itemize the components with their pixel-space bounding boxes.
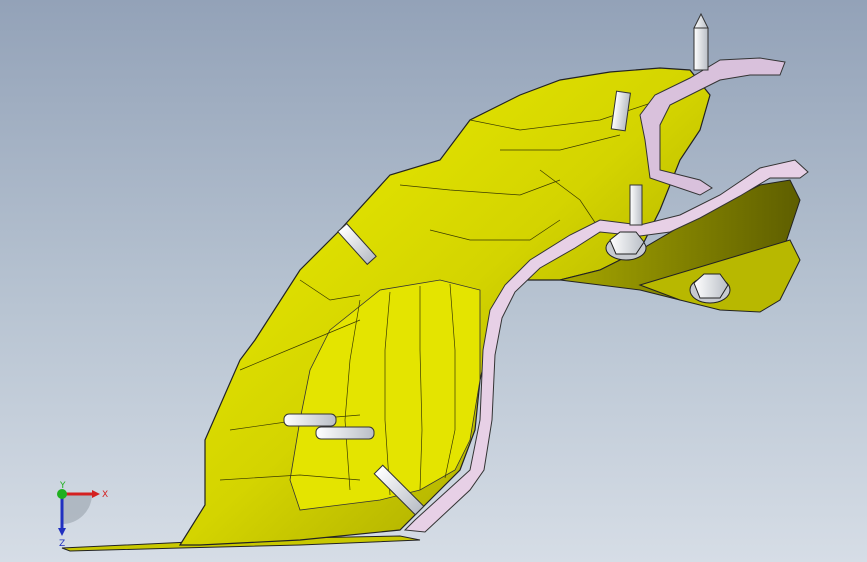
stud-middle[interactable] (629, 184, 643, 226)
triad-shade (62, 494, 92, 524)
3d-model-view[interactable] (0, 0, 867, 562)
pin-1[interactable] (283, 413, 337, 427)
stud-top-1[interactable] (693, 12, 709, 71)
pin-2[interactable] (315, 426, 375, 440)
coordinate-triad: X Y Z (40, 480, 120, 550)
y-axis-label: Y (59, 481, 66, 491)
cad-viewport[interactable]: X Y Z (0, 0, 867, 562)
z-axis-label: Z (59, 539, 65, 549)
x-axis-label: X (102, 490, 108, 500)
